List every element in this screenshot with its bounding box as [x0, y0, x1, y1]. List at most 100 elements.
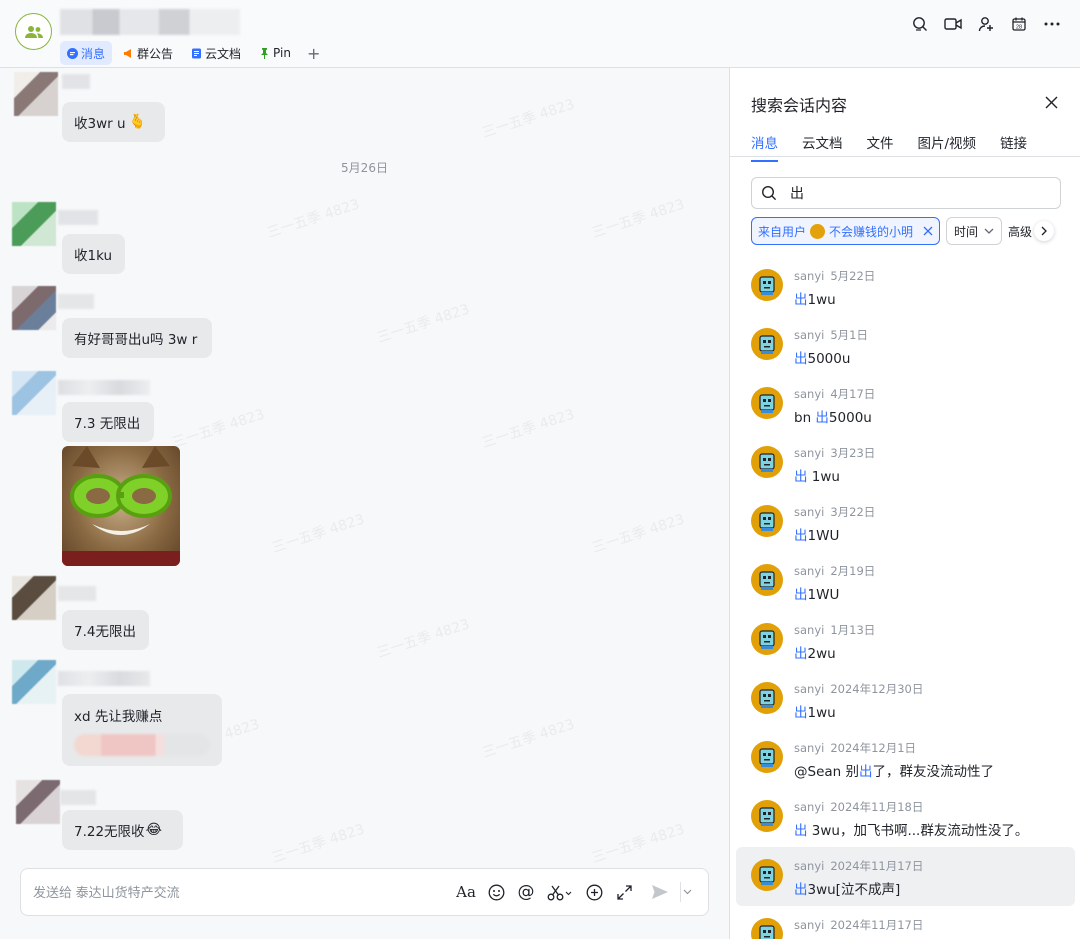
- result-keyword-highlight: 出: [794, 705, 808, 721]
- advanced-filter-button[interactable]: 高级: [1008, 223, 1032, 240]
- message-bubble[interactable]: 收1ku: [62, 234, 125, 274]
- search-result-item[interactable]: sanyi 2024年11月17日 出3wu[泣不成声]: [736, 847, 1075, 906]
- message-icon: [67, 47, 78, 59]
- avatar[interactable]: [751, 623, 783, 655]
- avatar[interactable]: [751, 918, 783, 939]
- result-text-after: 1wu: [807, 292, 836, 308]
- sticker-image[interactable]: [62, 446, 180, 566]
- avatar[interactable]: [751, 682, 783, 714]
- avatar[interactable]: [751, 505, 783, 537]
- tab-pin[interactable]: Pin: [252, 41, 298, 65]
- result-sender: sanyi: [794, 505, 825, 519]
- result-text: 出1WU: [794, 583, 839, 603]
- avatar[interactable]: [751, 387, 783, 419]
- filter-user-name: 不会赚钱的小明: [829, 224, 914, 239]
- mention-chip-blurred: [74, 734, 210, 756]
- time-filter-dropdown[interactable]: 时间: [946, 217, 1003, 245]
- robot-avatar-icon: [759, 866, 775, 885]
- scroll-filters-right-button[interactable]: [1034, 221, 1055, 241]
- search-result-item[interactable]: sanyi 3月22日 出1WU: [730, 493, 1080, 552]
- avatar[interactable]: [14, 72, 58, 116]
- search-tab-media[interactable]: 图片/视频: [918, 132, 977, 162]
- search-input[interactable]: [790, 178, 1050, 208]
- search-result-item[interactable]: sanyi 5月22日 出1wu: [730, 257, 1080, 316]
- divider: [730, 156, 1080, 157]
- search-chat-icon[interactable]: [910, 14, 930, 34]
- video-call-icon[interactable]: [943, 14, 963, 34]
- emoji-picker-icon[interactable]: [486, 882, 506, 902]
- search-result-item[interactable]: sanyi 2024年12月30日 出1wu: [730, 670, 1080, 729]
- watermark: 三一五季 4823: [480, 406, 577, 452]
- remove-filter-icon[interactable]: [923, 226, 933, 236]
- expand-icon[interactable]: [614, 882, 634, 902]
- search-result-item[interactable]: sanyi 5月1日 出5000u: [730, 316, 1080, 375]
- avatar[interactable]: [12, 660, 56, 704]
- search-tab-links[interactable]: 链接: [1000, 132, 1027, 162]
- message-input[interactable]: [33, 869, 413, 915]
- doc-icon: [191, 48, 202, 59]
- message-bubble[interactable]: xd 先让我赚点: [62, 694, 222, 766]
- avatar[interactable]: [751, 446, 783, 478]
- result-meta: sanyi 5月1日: [794, 327, 868, 343]
- search-result-item[interactable]: sanyi 2月19日出1WU: [730, 552, 1080, 611]
- group-avatar[interactable]: [15, 13, 52, 50]
- result-text: 出 1wu: [794, 465, 840, 485]
- search-tab-files[interactable]: 文件: [867, 132, 894, 162]
- avatar[interactable]: [16, 780, 60, 824]
- result-text: 出3wu[泣不成声]: [794, 878, 900, 898]
- search-tab-messages[interactable]: 消息: [751, 132, 778, 162]
- search-tab-cloud-docs[interactable]: 云文档: [802, 132, 843, 162]
- send-icon[interactable]: [650, 882, 670, 902]
- result-sender: sanyi: [794, 918, 825, 932]
- add-attachment-icon[interactable]: [584, 882, 604, 902]
- result-date: 2024年11月17日: [830, 918, 924, 932]
- search-result-item[interactable]: sanyi 2024年11月18日出 3wu，加飞书啊...群友流动性没了。: [730, 788, 1080, 847]
- search-result-item[interactable]: sanyi 1月13日 出2wu: [730, 611, 1080, 670]
- robot-avatar-icon: [759, 512, 775, 531]
- result-meta: sanyi 3月22日: [794, 504, 875, 520]
- add-member-icon[interactable]: [976, 14, 996, 34]
- close-search-button[interactable]: [1042, 93, 1060, 111]
- avatar[interactable]: [12, 371, 56, 415]
- text-format-icon[interactable]: Aa: [456, 882, 476, 902]
- group-icon: [24, 25, 43, 38]
- result-text: 出1wu: [794, 288, 836, 308]
- search-result-item[interactable]: sanyi 4月17日 bn 出5000u: [730, 375, 1080, 434]
- watermark: 三一五季 4823: [270, 511, 367, 557]
- avatar[interactable]: [751, 564, 783, 596]
- search-result-item[interactable]: sanyi 3月23日出 1wu: [730, 434, 1080, 493]
- scissors-icon[interactable]: [546, 882, 574, 902]
- result-date: 2月19日: [830, 564, 876, 578]
- avatar[interactable]: [12, 286, 56, 330]
- search-result-item[interactable]: sanyi 2024年12月1日 @Sean 别出了，群友没流动性了: [730, 729, 1080, 788]
- result-meta: sanyi 2024年11月17日: [794, 917, 923, 933]
- avatar[interactable]: [751, 741, 783, 773]
- search-result-item[interactable]: sanyi 2024年11月17日: [730, 906, 1080, 939]
- calendar-icon[interactable]: 28: [1009, 14, 1029, 34]
- tab-messages[interactable]: 消息: [60, 41, 113, 65]
- message-bubble[interactable]: 收3wr u 🫰: [62, 102, 165, 142]
- result-meta: sanyi 2月19日: [794, 563, 875, 579]
- result-meta: sanyi 2024年11月18日: [794, 799, 923, 815]
- message-bubble[interactable]: 7.3 无限出: [62, 402, 154, 442]
- add-tab-button[interactable]: +: [302, 41, 325, 65]
- avatar[interactable]: [12, 202, 56, 246]
- more-icon[interactable]: [1042, 14, 1062, 34]
- avatar[interactable]: [751, 328, 783, 360]
- from-user-filter-chip[interactable]: 来自用户 不会赚钱的小明: [751, 217, 941, 245]
- tab-label: Pin: [273, 46, 291, 60]
- mention-icon[interactable]: @: [516, 882, 536, 902]
- message-bubble[interactable]: 7.4无限出: [62, 610, 149, 650]
- message-bubble[interactable]: 有好哥哥出u吗 3w r: [62, 318, 212, 358]
- avatar[interactable]: [751, 859, 783, 891]
- tab-cloud-docs[interactable]: 云文档: [184, 41, 248, 65]
- message-bubble[interactable]: 7.22无限收 😂: [62, 810, 183, 850]
- watermark: 三一五季 4823: [270, 821, 367, 867]
- send-options-chevron-icon[interactable]: [680, 882, 694, 902]
- tab-announcement[interactable]: 群公告: [116, 41, 180, 65]
- avatar[interactable]: [12, 576, 56, 620]
- header-tabs: 消息 群公告 云文档 Pin +: [60, 41, 325, 65]
- avatar[interactable]: [751, 269, 783, 301]
- avatar[interactable]: [751, 800, 783, 832]
- search-icon: [761, 185, 777, 201]
